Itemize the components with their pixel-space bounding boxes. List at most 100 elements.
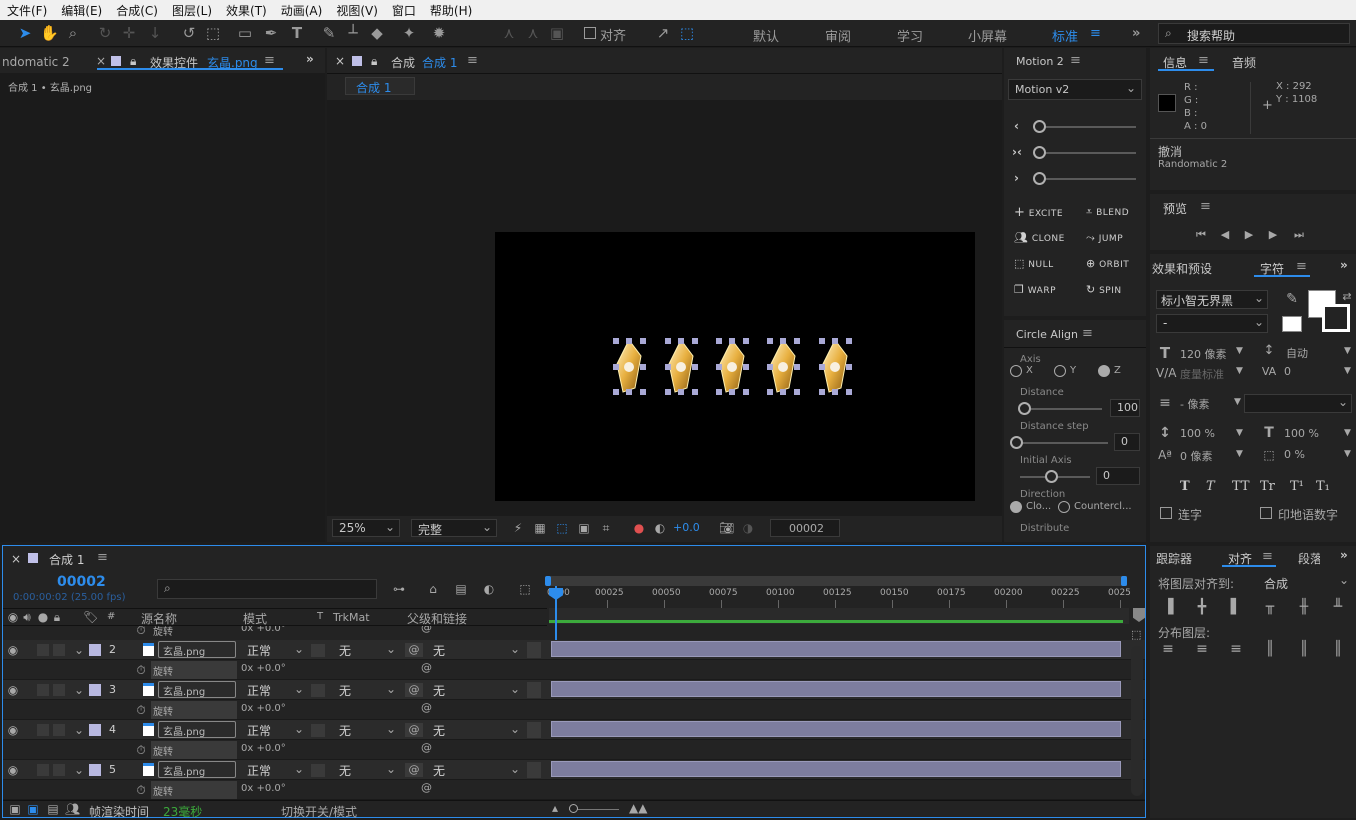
layer-duration-bar[interactable] [551,721,1121,737]
pickwhip-icon[interactable]: @ [421,626,432,634]
layer-name-field[interactable]: 玄晶.png [158,761,236,778]
pickwhip-icon[interactable]: @ [421,661,432,674]
pickwhip-icon[interactable]: @ [405,683,423,697]
orbit-button[interactable]: ⊕ ORBIT [1086,257,1129,270]
chevron-down-icon[interactable]: ⌄ [509,722,521,736]
layer-mode[interactable]: 正常 [247,642,271,659]
excite-button[interactable]: + EXCITE [1014,205,1063,220]
column-trkmat[interactable]: TrkMat [333,611,370,624]
graph-editor-icon[interactable]: ⬚ [517,582,533,596]
chevron-down-icon[interactable]: ▼ [1344,428,1351,438]
layer-mode[interactable]: 正常 [247,722,271,739]
crystal-layer-3[interactable] [716,338,749,395]
close-tab-icon[interactable]: × [11,552,21,566]
snap-target-icon[interactable]: ⬚ [678,24,696,42]
ease-both-knob[interactable] [1033,146,1046,159]
label-color-swatch[interactable] [89,764,101,776]
layer-parent[interactable]: 无 [433,722,445,739]
pen-tool-icon[interactable]: ✒ [262,24,280,42]
preserve-transparency-toggle[interactable] [311,764,325,777]
panel-menu-icon[interactable]: ≡ [1262,549,1273,564]
baseline-shift-value[interactable]: 0 像素 [1180,448,1213,464]
rectangle-tool-icon[interactable]: ▭ [236,24,254,42]
spin-button[interactable]: ↻ SPIN [1086,283,1122,296]
distribute-right-icon[interactable]: ║ [1330,642,1346,656]
ease-out-knob[interactable] [1033,172,1046,185]
default-colors-icon[interactable] [1282,316,1302,332]
axis-world-icon[interactable]: ⋏ [524,24,542,42]
play-icon[interactable]: ▶ [1242,228,1256,242]
layer-mode[interactable]: 正常 [247,682,271,699]
axis-y-radio[interactable] [1054,365,1066,377]
layer-search-input[interactable]: ⌕ [157,579,377,599]
chevron-down-icon[interactable]: ▼ [1236,366,1243,376]
dolly-camera-icon[interactable]: ↓ [146,24,164,42]
label-color-swatch[interactable] [89,684,101,696]
menu-item-8[interactable]: 帮助(H) [423,2,479,19]
horizontal-scale-value[interactable]: 100 % [1284,427,1319,440]
hindi-digits-checkbox[interactable] [1260,507,1272,519]
layer-parent[interactable]: 无 [433,762,445,779]
chevron-down-icon[interactable]: ⌄ [293,682,305,696]
ease-in-slider[interactable] [1040,126,1136,128]
previous-frame-icon[interactable]: ◀ [1218,228,1232,242]
show-snapshot-icon[interactable]: ◑ [741,521,755,535]
vertical-scale-value[interactable]: 100 % [1180,427,1215,440]
layer-row[interactable]: ◉ ⌄ 4 玄晶.png 正常 ⌄ 无 ⌄ @ 无 ⌄ [3,720,1145,740]
chevron-down-icon[interactable]: ⌄ [385,642,397,656]
eyedropper-icon[interactable]: ✎ [1284,292,1300,306]
label-color-swatch[interactable] [89,724,101,736]
chevron-down-icon[interactable]: ⌄ [509,642,521,656]
crystal-layer-4[interactable] [767,338,800,395]
panel-menu-icon[interactable]: ≡ [264,53,275,68]
zoom-tool-icon[interactable]: ⌕ [64,24,82,42]
preserve-transparency-toggle[interactable] [311,684,325,697]
distance-knob[interactable] [1018,402,1031,415]
workspace-menu-icon[interactable]: ≡ [1090,26,1101,41]
axis-x-radio[interactable] [1010,365,1022,377]
null-button[interactable]: ⬚ NULL [1014,257,1054,270]
hand-tool-icon[interactable]: ✋ [40,24,59,42]
current-time-field[interactable]: 00002 [770,519,840,537]
kerning-value[interactable]: 度量标准 [1180,366,1224,382]
lock-toggle[interactable] [53,684,65,696]
align-right-icon[interactable]: ▌ [1228,600,1244,614]
lock-icon[interactable]: 🔒︎ [371,54,377,69]
menu-item-1[interactable]: 编辑(E) [54,2,109,19]
layer-duration-bar[interactable] [551,681,1121,697]
clone-stamp-tool-icon[interactable]: ┴ [344,24,362,42]
pickwhip-icon[interactable]: @ [421,781,432,794]
distribute-vertical-center-icon[interactable]: ≡ [1194,642,1210,656]
stopwatch-icon[interactable]: ⏱︎ [135,663,147,677]
selection-tool-icon[interactable]: ➤ [16,24,34,42]
chevron-down-icon[interactable]: ▼ [1236,428,1243,438]
column-source-name[interactable]: 源名称 [141,610,177,627]
chevron-down-icon[interactable]: ▼ [1344,449,1351,459]
zoom-slider-knob[interactable] [569,804,578,813]
align-left-icon[interactable]: ▐ [1160,600,1176,614]
guides-icon[interactable]: ⌗ [599,521,613,535]
tsume-value[interactable]: 0 % [1284,448,1305,461]
chevron-down-icon[interactable]: ⌄ [293,642,305,656]
layer-trkmat[interactable]: 无 [339,682,351,699]
property-value[interactable]: 0x +0.0° [241,743,286,754]
transfer-controls-icon[interactable]: ▣ [27,802,39,816]
property-value[interactable]: 0x +0.0° [241,703,286,714]
jump-button[interactable]: ⤳ JUMP [1086,231,1123,245]
column-parent-link[interactable]: 父级和链接 [407,610,467,627]
menu-item-0[interactable]: 文件(F) [0,2,54,19]
layer-trkmat[interactable]: 无 [339,642,351,659]
chevron-down-icon[interactable]: ⌄ [293,762,305,776]
lock-icon[interactable]: 🔒︎ [51,610,63,624]
panel-overflow-icon[interactable]: » [306,52,314,66]
tab-composition[interactable]: 合成 [391,54,415,71]
clone-button[interactable]: 👥︎ CLONE [1014,231,1065,244]
chevron-down-icon[interactable]: ⌄ [509,762,521,776]
anchor-point-tool-icon[interactable]: ⬚ [204,24,222,42]
font-family-dropdown[interactable]: 标小智无界黑 ⌄ [1156,290,1268,309]
direction-clockwise-radio[interactable] [1010,501,1022,513]
distance-input[interactable]: 100 [1110,399,1140,417]
crystal-layer-5[interactable] [819,338,852,395]
subscript-button[interactable]: T₁ [1316,479,1330,494]
crystal-layer-1[interactable] [613,338,646,395]
